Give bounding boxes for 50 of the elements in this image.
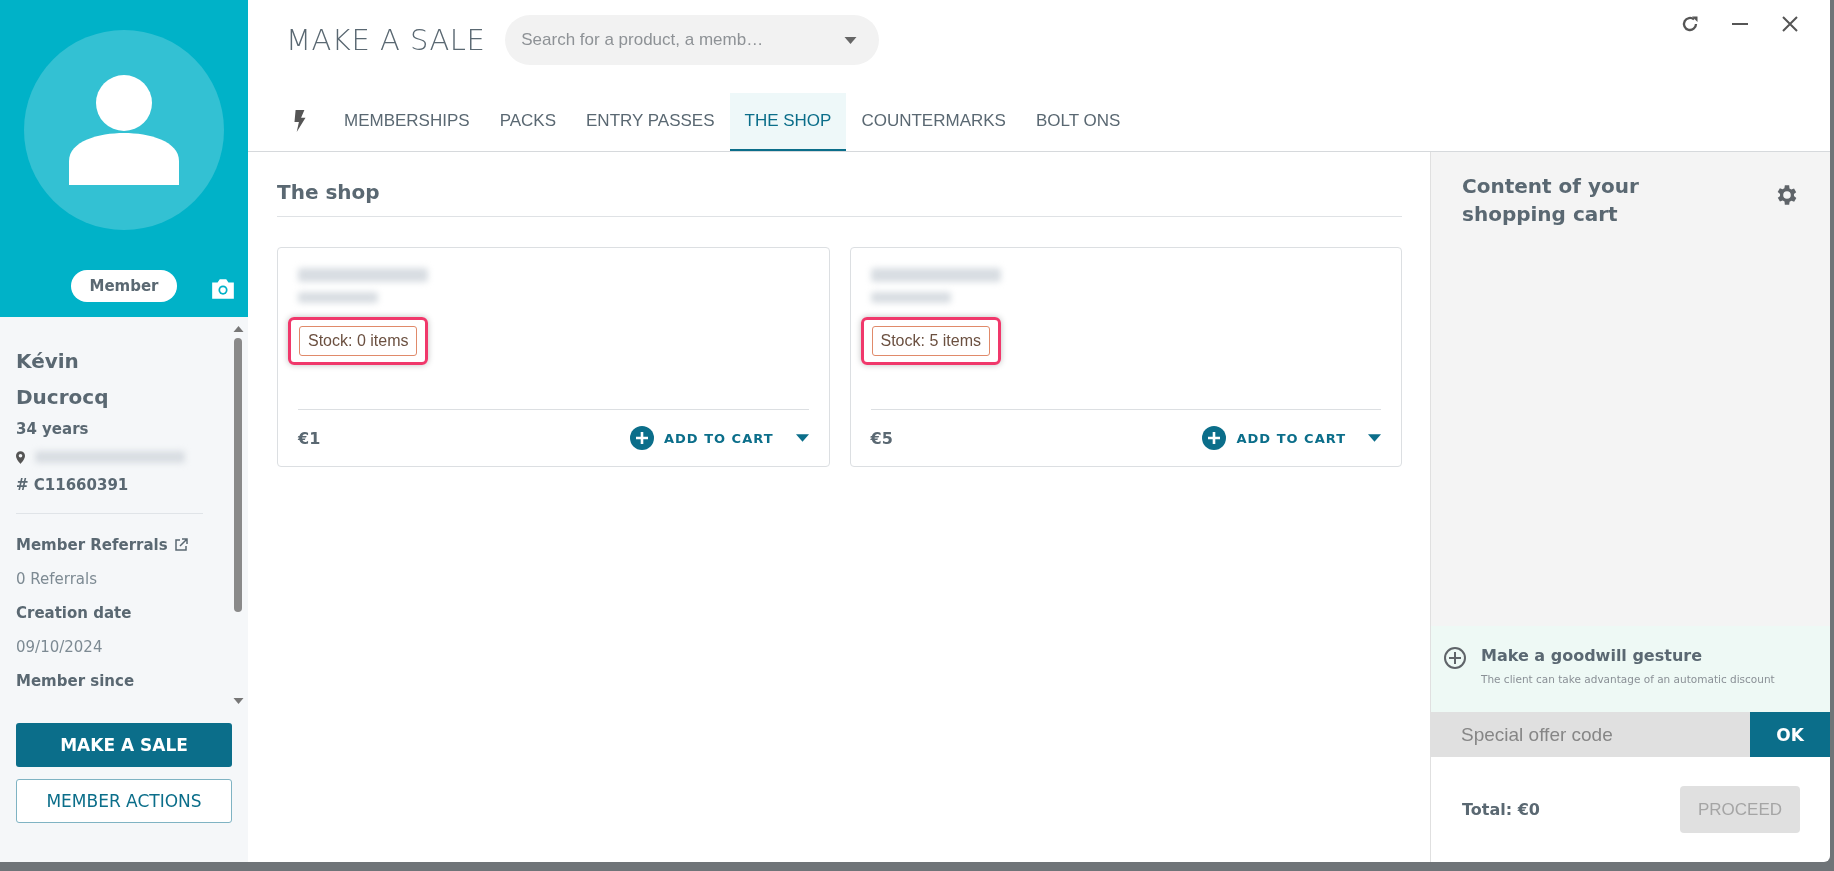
last-name: Ducrocq <box>16 384 110 411</box>
category-tab[interactable]: ENTRY PASSES <box>571 93 730 151</box>
member-age: 34 years <box>16 419 90 440</box>
location-pin-icon <box>16 450 25 464</box>
category-tab[interactable]: COUNTERMARKS <box>846 93 1021 151</box>
cart-title: Content of your shopping cart <box>1462 173 1640 228</box>
scroll-up-arrow-icon[interactable] <box>232 325 244 333</box>
member-badge: Member <box>71 270 177 302</box>
caret-icon <box>844 37 858 44</box>
stock-label: Stock: 0 items <box>299 326 418 356</box>
add-to-cart-button[interactable]: ADD TO CART <box>1236 430 1358 446</box>
make-sale-button[interactable]: MAKE A SALE <box>16 723 232 767</box>
field-label: Member Referrals <box>16 536 168 554</box>
person-silhouette-icon <box>69 75 179 185</box>
goodwill-panel[interactable]: Make a goodwill gesture The client can take advantage of an automatic discount <box>1431 626 1830 712</box>
scrollbar[interactable] <box>231 323 245 705</box>
add-circle-icon <box>1443 646 1467 670</box>
first-name: Kévin <box>16 348 80 375</box>
promo-code-field[interactable]: Special offer code <box>1431 712 1750 757</box>
product-price: €1 <box>298 428 321 448</box>
category-tab[interactable]: BOLT ONS <box>1020 93 1136 151</box>
close-icon[interactable] <box>1780 14 1800 34</box>
product-price: €5 <box>870 428 893 448</box>
add-to-cart-button[interactable]: ADD TO CART <box>664 430 786 446</box>
refresh-icon[interactable] <box>1680 14 1700 34</box>
search-field[interactable]: Search for a product, a memb… <box>505 15 880 65</box>
external-link-icon[interactable] <box>173 538 188 552</box>
member-actions-button[interactable]: MEMBER ACTIONS <box>16 779 232 823</box>
add-circle-icon <box>630 426 654 450</box>
stock-label: Stock: 5 items <box>871 326 990 356</box>
category-tab[interactable]: PACKS <box>484 93 571 151</box>
field-label: Member since <box>16 672 135 690</box>
member-id: # C11660391 <box>16 475 130 496</box>
caret-icon[interactable] <box>795 434 809 442</box>
section-title: The shop <box>277 174 1402 217</box>
scroll-down-arrow-icon[interactable] <box>232 697 244 705</box>
goodwill-description: The client can take advantage of an automatic discount <box>1481 673 1775 685</box>
caret-icon[interactable] <box>1368 434 1381 442</box>
field-value: 0 Referrals <box>16 569 99 590</box>
field-label: Creation date <box>16 604 132 622</box>
field-value: 09/10/2024 <box>16 637 104 658</box>
goodwill-title: Make a goodwill gesture <box>1481 646 1704 665</box>
add-circle-icon <box>1202 426 1227 450</box>
ok-button[interactable]: OK <box>1750 712 1830 757</box>
category-tab[interactable]: THE SHOP <box>729 93 847 151</box>
category-tab[interactable]: MEMBERSHIPS <box>329 93 485 151</box>
dialog-title: MAKE A SALE <box>286 23 486 57</box>
cart-total: Total: €0 <box>1462 800 1540 819</box>
lightning-icon <box>293 110 307 132</box>
camera-icon[interactable] <box>210 278 236 300</box>
